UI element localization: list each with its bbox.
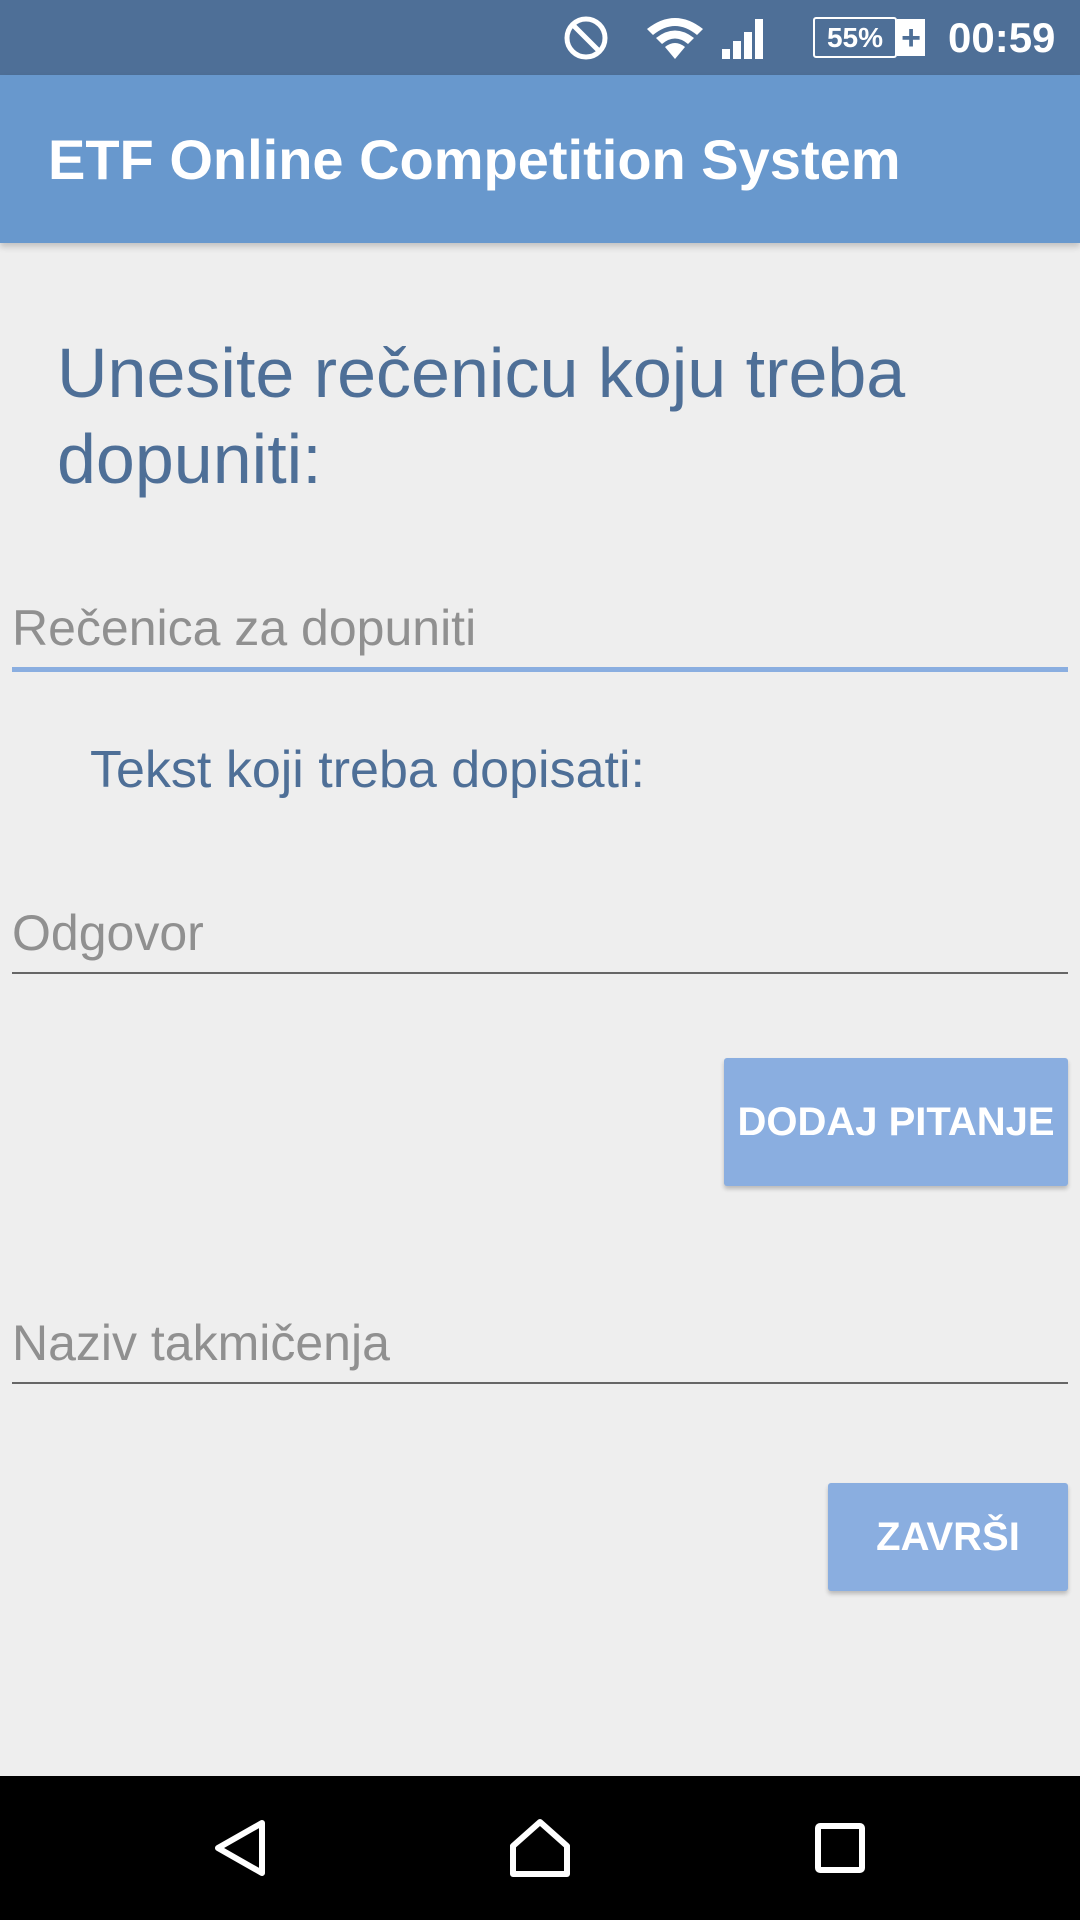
competition-name-input[interactable] — [12, 1314, 1068, 1372]
charging-plus-icon: + — [897, 19, 925, 56]
clock: 00:59 — [948, 14, 1056, 61]
back-icon[interactable] — [212, 1776, 268, 1920]
recents-icon[interactable] — [814, 1776, 866, 1920]
answer-field[interactable] — [12, 892, 1068, 974]
status-bar: 55% + 00:59 — [0, 0, 1080, 75]
add-question-button[interactable]: DODAJ PITANJE — [724, 1058, 1068, 1186]
app-bar: ETF Online Competition System — [0, 75, 1080, 243]
finish-button[interactable]: ZAVRŠI — [828, 1483, 1068, 1591]
sentence-field[interactable] — [12, 587, 1068, 672]
home-icon[interactable] — [508, 1776, 572, 1920]
do-not-disturb-icon — [563, 0, 609, 75]
signal-icon — [720, 0, 768, 75]
app-title: ETF Online Competition System — [48, 128, 901, 191]
navigation-bar — [0, 1776, 1080, 1920]
answer-section-label: Tekst koji treba dopisati: — [90, 741, 645, 799]
battery-charging-icon: 55% + — [813, 17, 926, 58]
battery-percent: 55% — [813, 17, 897, 58]
wifi-icon — [645, 0, 705, 75]
answer-input[interactable] — [12, 904, 1068, 962]
form-heading: Unesite rečenicu koju treba dopuniti: — [57, 334, 906, 498]
sentence-input[interactable] — [12, 599, 1068, 657]
competition-name-field[interactable] — [12, 1302, 1068, 1384]
